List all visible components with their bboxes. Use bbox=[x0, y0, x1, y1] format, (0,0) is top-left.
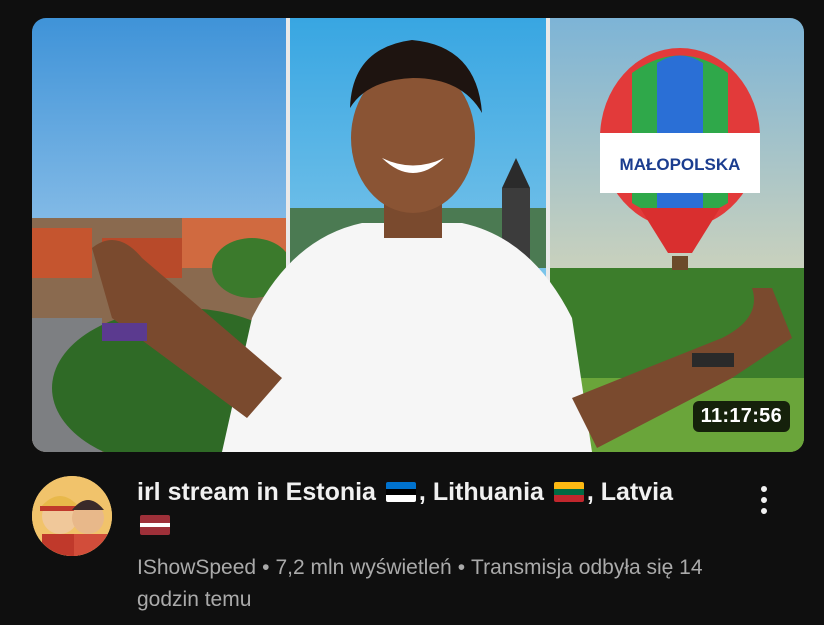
video-thumbnail[interactable]: MAŁOPOLSKA 11:17:56 bbox=[32, 18, 804, 452]
video-title[interactable]: irl stream in Estonia , Lithuania , Latv… bbox=[137, 476, 727, 542]
latvia-flag-icon bbox=[140, 515, 170, 535]
meta-separator: • bbox=[262, 556, 270, 579]
title-part-latvia: , Latvia bbox=[586, 478, 674, 506]
thumbnail-image: MAŁOPOLSKA bbox=[32, 18, 804, 452]
video-duration-badge: 11:17:56 bbox=[692, 401, 790, 432]
kebab-dot-icon bbox=[761, 497, 767, 503]
title-part-lithuania: , Lithuania bbox=[418, 478, 544, 506]
kebab-dot-icon bbox=[761, 508, 767, 514]
avatar-image bbox=[32, 476, 112, 556]
meta-separator: • bbox=[457, 556, 466, 579]
channel-avatar[interactable] bbox=[32, 476, 112, 556]
kebab-dot-icon bbox=[761, 486, 767, 492]
channel-name[interactable]: IShowSpeed bbox=[137, 556, 256, 579]
lithuania-flag-icon bbox=[553, 482, 584, 502]
balloon-text: MAŁOPOLSKA bbox=[620, 155, 741, 174]
title-part-estonia: irl stream in Estonia bbox=[137, 478, 376, 506]
view-count: 7,2 mln wyświetleń bbox=[275, 556, 452, 579]
estonia-flag-icon bbox=[385, 482, 416, 502]
video-meta: IShowSpeed • 7,2 mln wyświetleń • Transmisja… bbox=[137, 552, 737, 616]
more-options-button[interactable] bbox=[748, 480, 780, 520]
